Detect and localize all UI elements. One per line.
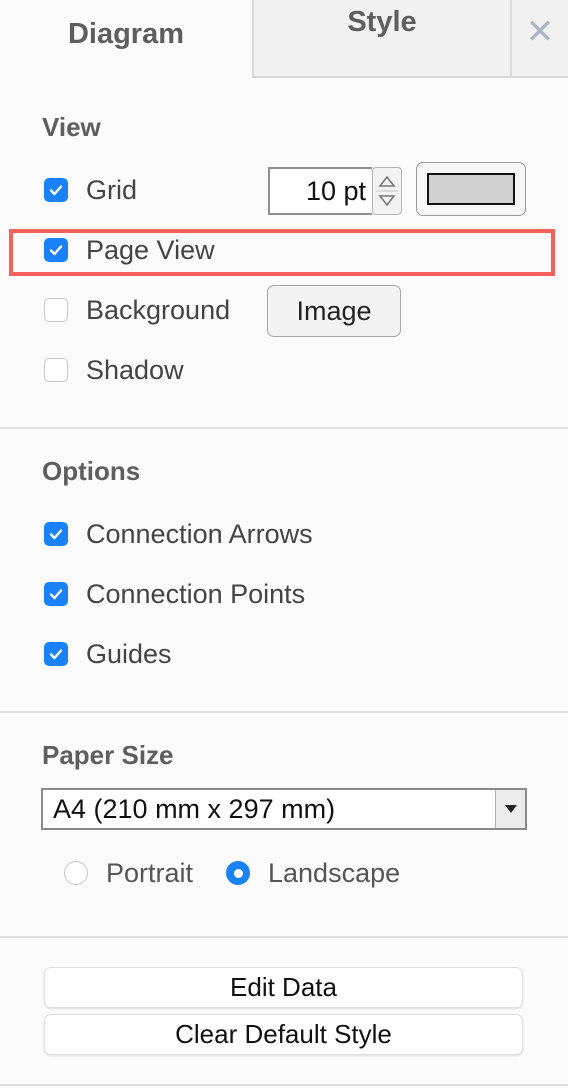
section-divider <box>0 1084 568 1086</box>
close-glyph: ✕ <box>525 13 555 51</box>
portrait-label: Portrait <box>106 857 194 888</box>
paper-size-select[interactable]: A4 (210 mm x 297 mm) <box>41 788 527 830</box>
guides-option[interactable]: Guides <box>44 634 172 674</box>
grid-size-stepper[interactable] <box>372 167 402 215</box>
connection-arrows-checkbox[interactable] <box>44 522 68 546</box>
tab-style-label: Style <box>347 5 417 38</box>
connection-points-label: Connection Points <box>86 578 306 609</box>
checkmark-icon <box>49 589 63 600</box>
background-image-button[interactable]: Image <box>267 285 401 337</box>
background-label: Background <box>86 294 231 325</box>
options-section-title: Options <box>42 456 141 486</box>
page-view-label: Page View <box>86 234 215 265</box>
dropdown-arrow-glyph <box>504 805 517 813</box>
tab-style[interactable]: Style <box>252 0 510 78</box>
landscape-label: Landscape <box>268 857 401 888</box>
section-divider <box>0 427 568 429</box>
page-view-checkbox[interactable] <box>44 238 68 262</box>
close-icon[interactable]: ✕ <box>510 0 568 78</box>
section-divider <box>0 711 568 713</box>
page-view-option[interactable]: Page View <box>44 230 215 270</box>
grid-size-value: 10 pt <box>305 175 366 206</box>
connection-points-option[interactable]: Connection Points <box>44 574 305 614</box>
chevron-down-icon[interactable] <box>495 790 525 828</box>
guides-label: Guides <box>86 638 172 669</box>
grid-color-button[interactable] <box>416 162 526 216</box>
stepper-arrows-icon <box>376 175 398 207</box>
portrait-option[interactable]: Portrait <box>64 852 193 894</box>
clear-default-style-button[interactable]: Clear Default Style <box>44 1014 523 1055</box>
background-checkbox[interactable] <box>44 298 68 322</box>
connection-points-checkbox[interactable] <box>44 582 68 606</box>
checkmark-icon <box>49 245 63 256</box>
radio-dot <box>233 868 243 878</box>
checkmark-icon <box>49 529 63 540</box>
checkmark-icon <box>49 185 63 196</box>
portrait-radio[interactable] <box>64 861 88 885</box>
tab-diagram[interactable]: Diagram <box>0 0 252 78</box>
tab-diagram-label: Diagram <box>67 17 185 50</box>
format-panel-tabs: Diagram Style ✕ <box>0 0 568 78</box>
section-divider <box>0 936 568 938</box>
view-section-title: View <box>42 112 101 142</box>
connection-arrows-option[interactable]: Connection Arrows <box>44 514 313 554</box>
checkmark-icon <box>49 649 63 660</box>
landscape-option[interactable]: Landscape <box>226 852 400 894</box>
shadow-option[interactable]: Shadow <box>44 350 184 390</box>
grid-color-swatch <box>427 173 515 205</box>
paper-size-section-title: Paper Size <box>42 740 174 770</box>
shadow-checkbox[interactable] <box>44 358 68 382</box>
paper-size-value: A4 (210 mm x 297 mm) <box>53 794 336 824</box>
grid-label: Grid <box>86 174 138 205</box>
shadow-label: Shadow <box>86 354 184 385</box>
background-option[interactable]: Background <box>44 290 230 330</box>
guides-checkbox[interactable] <box>44 642 68 666</box>
grid-size-input[interactable]: 10 pt <box>268 167 372 215</box>
edit-data-button[interactable]: Edit Data <box>44 967 523 1008</box>
connection-arrows-label: Connection Arrows <box>86 518 313 549</box>
landscape-radio[interactable] <box>226 861 250 885</box>
grid-option[interactable]: Grid <box>44 170 137 210</box>
grid-checkbox[interactable] <box>44 178 68 202</box>
